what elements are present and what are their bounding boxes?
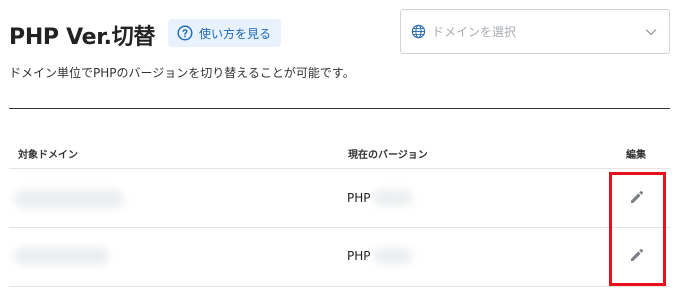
row-2-version: PHP bbox=[347, 248, 412, 264]
column-header-edit: 編集 bbox=[626, 150, 646, 161]
how-to-use-button[interactable]: 使い方を見る bbox=[168, 19, 282, 47]
domain-select[interactable]: ドメインを選択 bbox=[400, 9, 670, 54]
question-circle-icon bbox=[177, 25, 193, 41]
edit-column-highlight bbox=[609, 172, 666, 286]
row-2-version-prefix: PHP bbox=[347, 249, 371, 263]
row-1-version-prefix: PHP bbox=[347, 191, 371, 205]
row-1-domain bbox=[14, 190, 124, 208]
page-description: ドメイン単位でPHPのバージョンを切り替えることが可能です。 bbox=[9, 66, 355, 80]
table-row-divider bbox=[9, 227, 670, 228]
table-row-divider bbox=[9, 286, 670, 287]
how-to-use-label: 使い方を見る bbox=[199, 26, 272, 41]
section-divider bbox=[9, 108, 670, 109]
column-header-version: 現在のバージョン bbox=[348, 150, 428, 161]
row-2-domain bbox=[14, 247, 109, 265]
domain-select-placeholder: ドメインを選択 bbox=[432, 25, 517, 39]
row-1-version: PHP bbox=[347, 190, 412, 206]
globe-icon bbox=[411, 24, 426, 39]
page-title: PHP Ver.切替 bbox=[9, 25, 156, 50]
table-header-divider bbox=[9, 168, 670, 169]
row-1-version-number bbox=[373, 190, 412, 206]
column-header-domain: 対象ドメイン bbox=[18, 150, 78, 161]
row-2-version-number bbox=[373, 248, 412, 264]
chevron-down-icon bbox=[645, 29, 657, 36]
